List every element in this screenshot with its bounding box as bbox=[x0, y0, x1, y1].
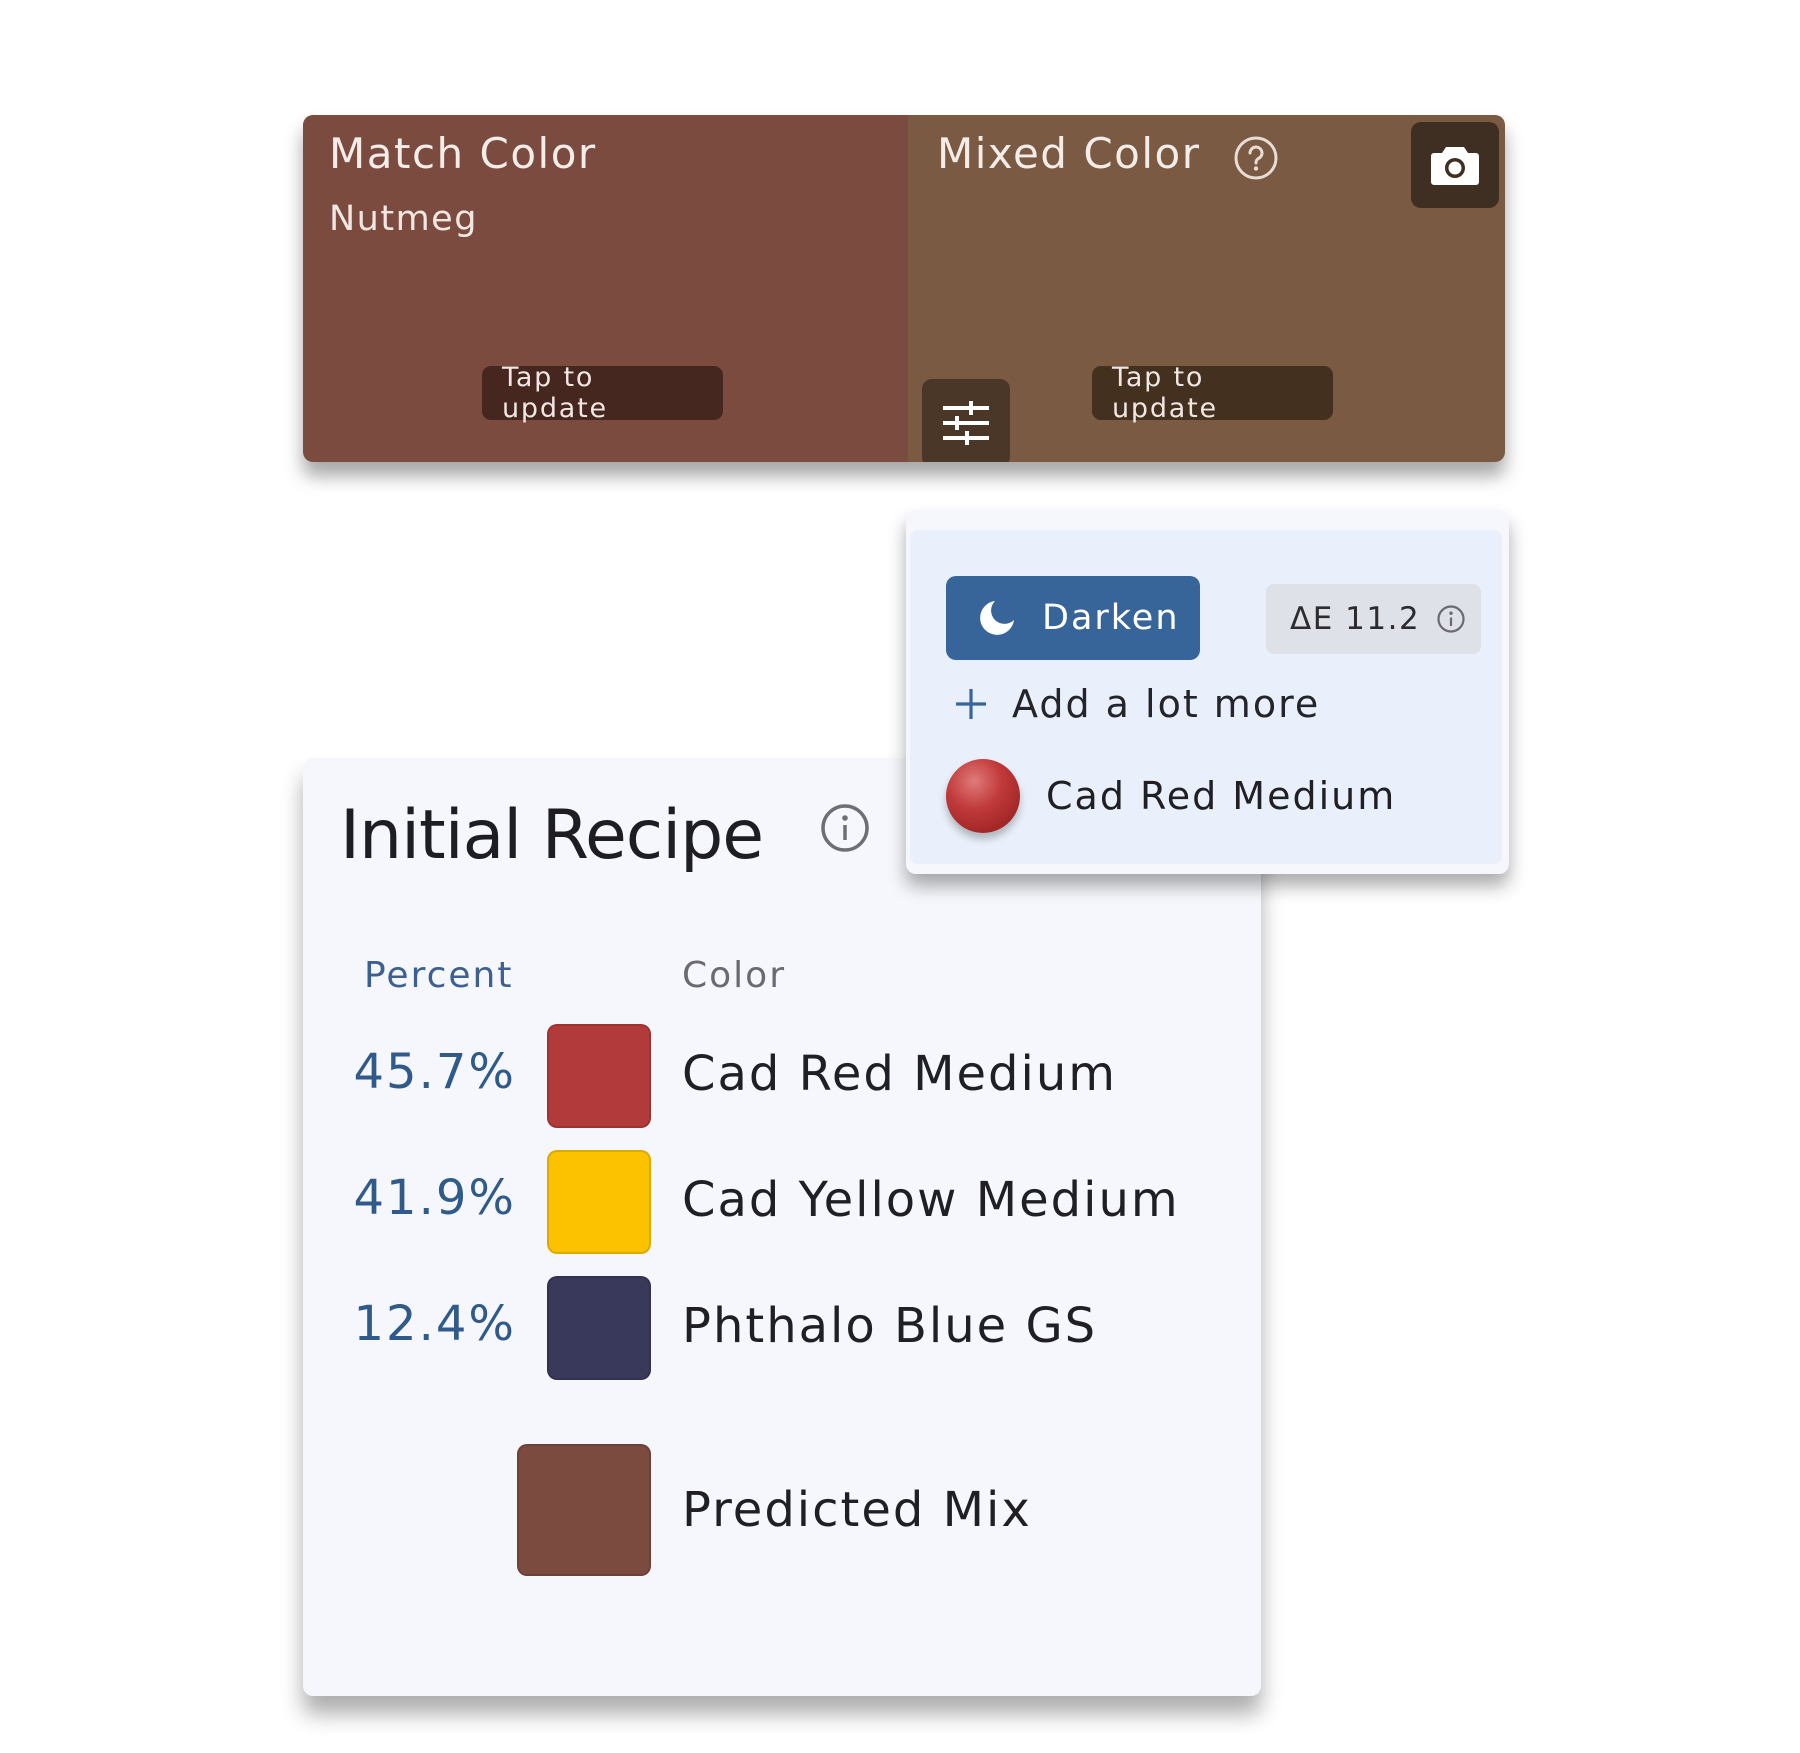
mixed-color-title: Mixed Color bbox=[937, 129, 1201, 178]
paint-swatch bbox=[547, 1276, 651, 1380]
adjustment-popover: Darken ΔE 11.2 Add a lot more Cad Red Me… bbox=[906, 510, 1509, 874]
paint-name: Cad Red Medium bbox=[682, 1046, 1118, 1102]
camera-button[interactable] bbox=[1411, 122, 1499, 208]
recipe-percent: 12.4% bbox=[353, 1296, 516, 1352]
add-more-label: Add a lot more bbox=[1012, 682, 1321, 726]
delta-e-badge[interactable]: ΔE 11.2 bbox=[1266, 584, 1481, 654]
suggested-paint-name: Cad Red Medium bbox=[1046, 774, 1397, 818]
predicted-mix-row: Predicted Mix bbox=[303, 1444, 1261, 1576]
paint-swatch bbox=[547, 1150, 651, 1254]
moon-icon bbox=[980, 601, 1014, 635]
match-tap-to-update-button[interactable]: Tap to update bbox=[482, 362, 723, 424]
recipe-title: Initial Recipe bbox=[340, 796, 764, 875]
darken-button[interactable]: Darken bbox=[946, 576, 1200, 660]
match-color-title: Match Color bbox=[329, 129, 597, 178]
tune-icon bbox=[943, 401, 989, 445]
predicted-mix-swatch bbox=[517, 1444, 651, 1576]
paint-blob-icon bbox=[946, 759, 1020, 833]
delta-e-value: ΔE 11.2 bbox=[1290, 601, 1421, 637]
percent-column-header: Percent bbox=[364, 955, 514, 996]
recipe-card: Initial Recipe Percent Color 45.7% Cad R… bbox=[303, 758, 1261, 1696]
mixed-tap-to-update-button[interactable]: Tap to update bbox=[1092, 362, 1333, 424]
recipe-percent: 41.9% bbox=[353, 1170, 516, 1226]
help-icon[interactable] bbox=[1233, 135, 1279, 181]
plus-icon bbox=[956, 689, 986, 719]
color-header: Match Color Nutmeg Tap to update Mixed C… bbox=[303, 115, 1505, 462]
adjustment-panel: Darken ΔE 11.2 Add a lot more Cad Red Me… bbox=[910, 530, 1502, 864]
info-icon bbox=[1437, 605, 1465, 633]
darken-label: Darken bbox=[1042, 598, 1180, 638]
add-more-instruction: Add a lot more bbox=[954, 682, 1320, 726]
camera-icon bbox=[1431, 147, 1479, 185]
paint-name: Cad Yellow Medium bbox=[682, 1172, 1180, 1228]
match-color-name: Nutmeg bbox=[329, 199, 478, 239]
adjust-settings-button[interactable] bbox=[922, 379, 1010, 462]
recipe-row: 45.7% Cad Red Medium bbox=[303, 1024, 1261, 1128]
color-column-header: Color bbox=[682, 955, 786, 996]
paint-name: Phthalo Blue GS bbox=[682, 1298, 1098, 1354]
info-icon[interactable] bbox=[819, 802, 871, 854]
recipe-row: 41.9% Cad Yellow Medium bbox=[303, 1150, 1261, 1254]
predicted-mix-label: Predicted Mix bbox=[682, 1482, 1032, 1538]
recipe-row: 12.4% Phthalo Blue GS bbox=[303, 1276, 1261, 1380]
paint-swatch bbox=[547, 1024, 651, 1128]
match-color-panel[interactable]: Match Color Nutmeg Tap to update bbox=[303, 115, 908, 462]
suggested-paint: Cad Red Medium bbox=[946, 759, 1396, 833]
mixed-color-panel[interactable]: Mixed Color Tap to update bbox=[908, 115, 1505, 462]
recipe-percent: 45.7% bbox=[353, 1044, 516, 1100]
